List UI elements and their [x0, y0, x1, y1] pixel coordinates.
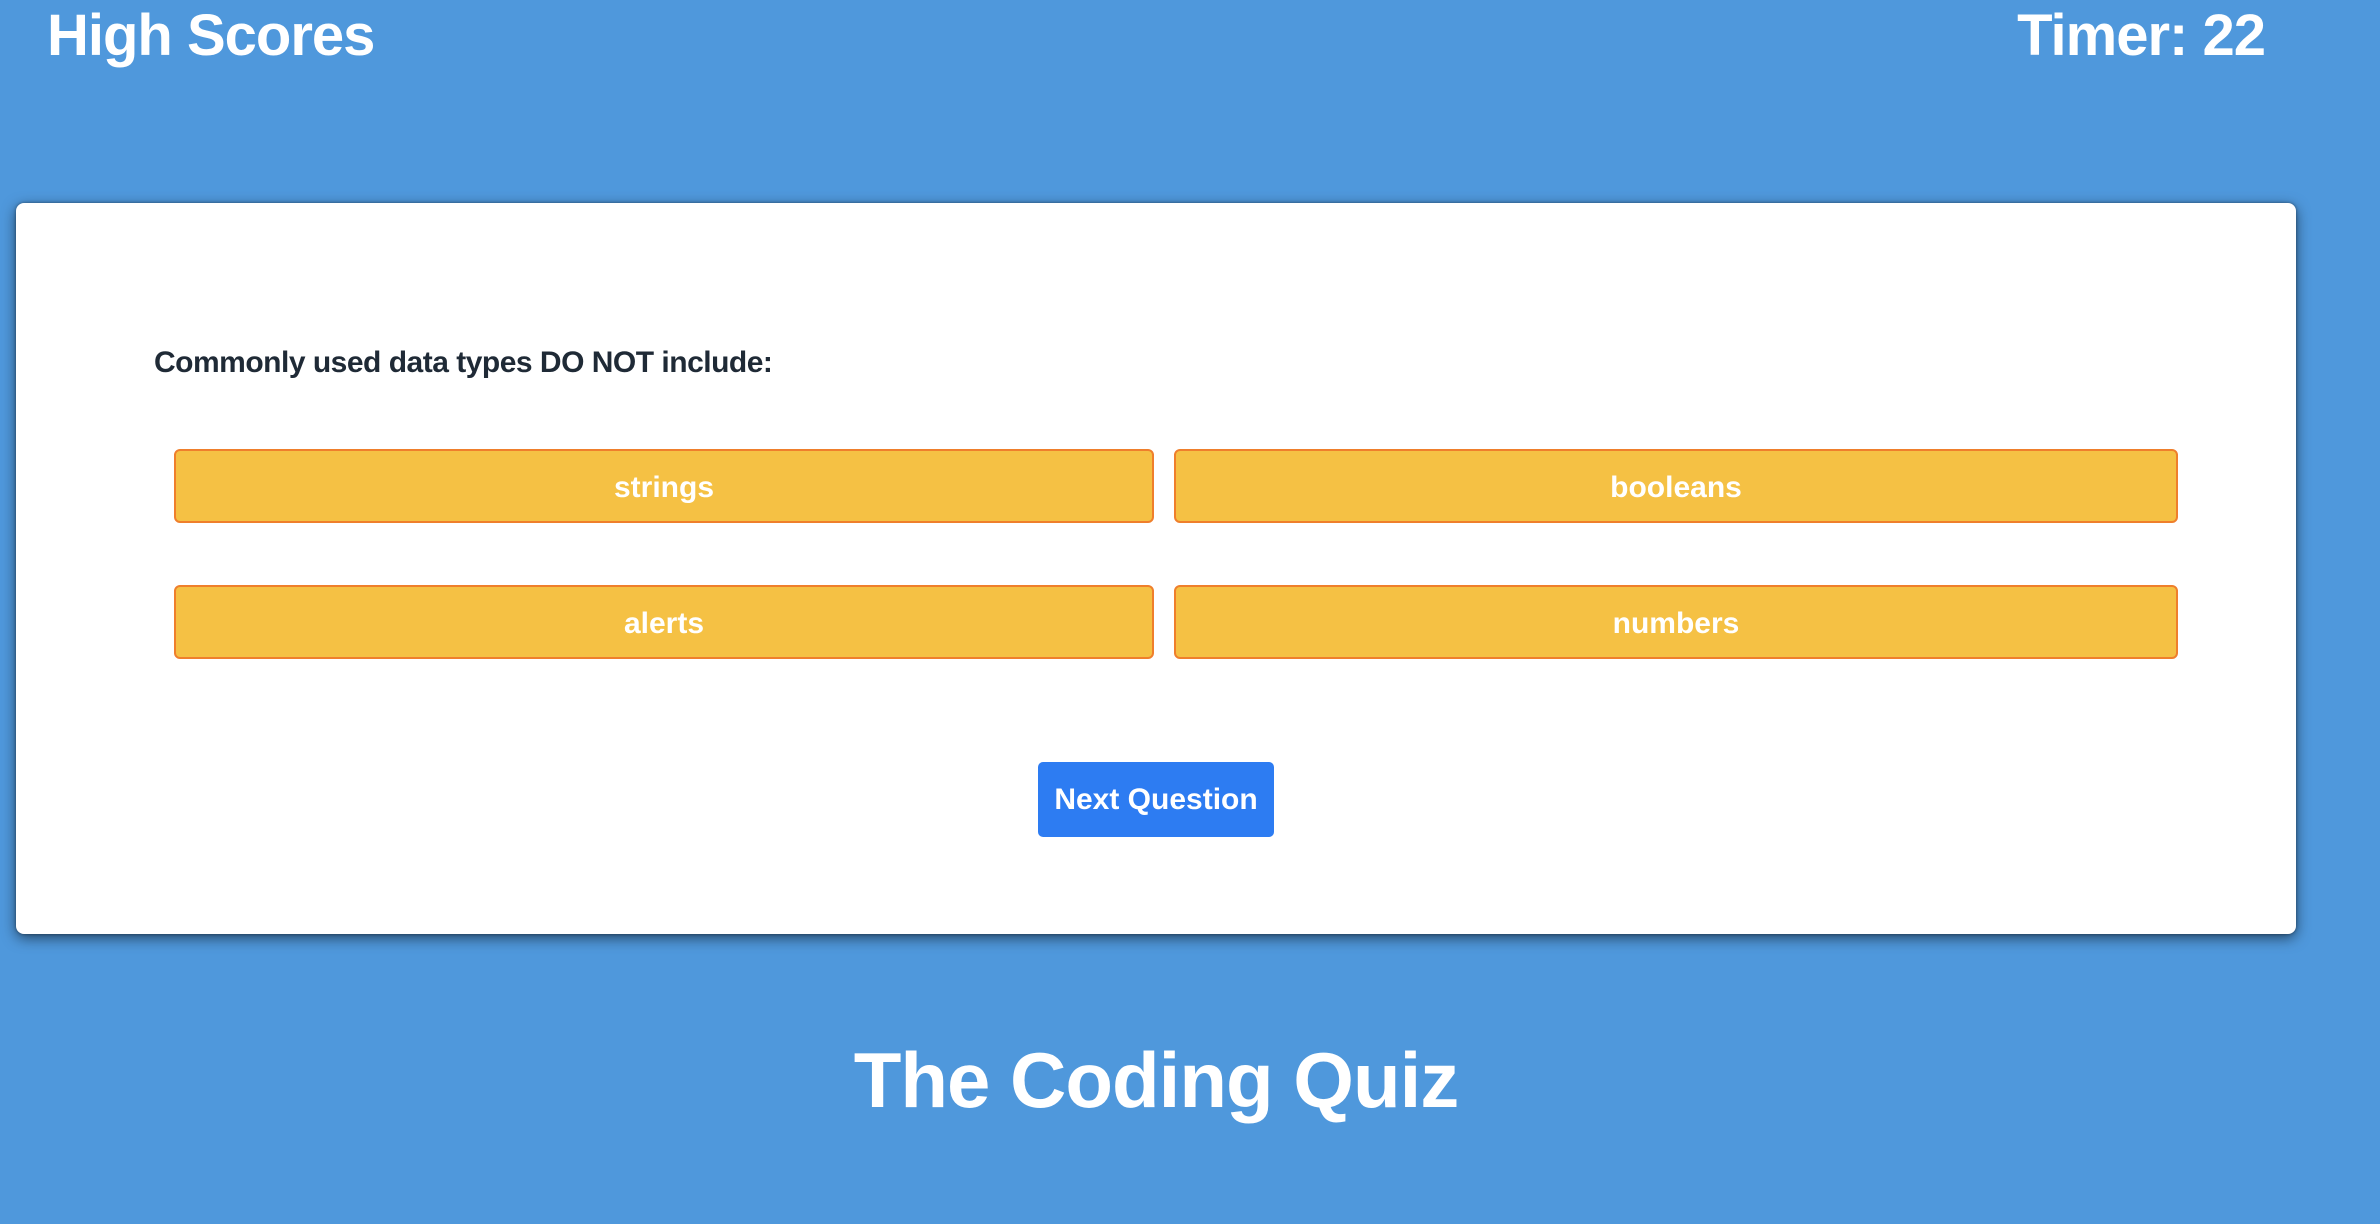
- high-scores-link[interactable]: High Scores: [47, 0, 375, 72]
- answer-button-alerts[interactable]: alerts: [174, 585, 1154, 659]
- answer-button-booleans[interactable]: booleans: [1174, 449, 2178, 523]
- answer-button-strings[interactable]: strings: [174, 449, 1154, 523]
- answer-button-numbers[interactable]: numbers: [1174, 585, 2178, 659]
- timer-display: Timer: 22: [2017, 3, 2266, 68]
- page-title: The Coding Quiz: [853, 1036, 1460, 1124]
- quiz-card: Commonly used data types DO NOT include:…: [16, 203, 2296, 934]
- question-text: Commonly used data types DO NOT include:: [154, 346, 773, 379]
- next-question-button[interactable]: Next Question: [1038, 762, 1274, 837]
- top-bar: High Scores Timer: 22: [0, 0, 2380, 80]
